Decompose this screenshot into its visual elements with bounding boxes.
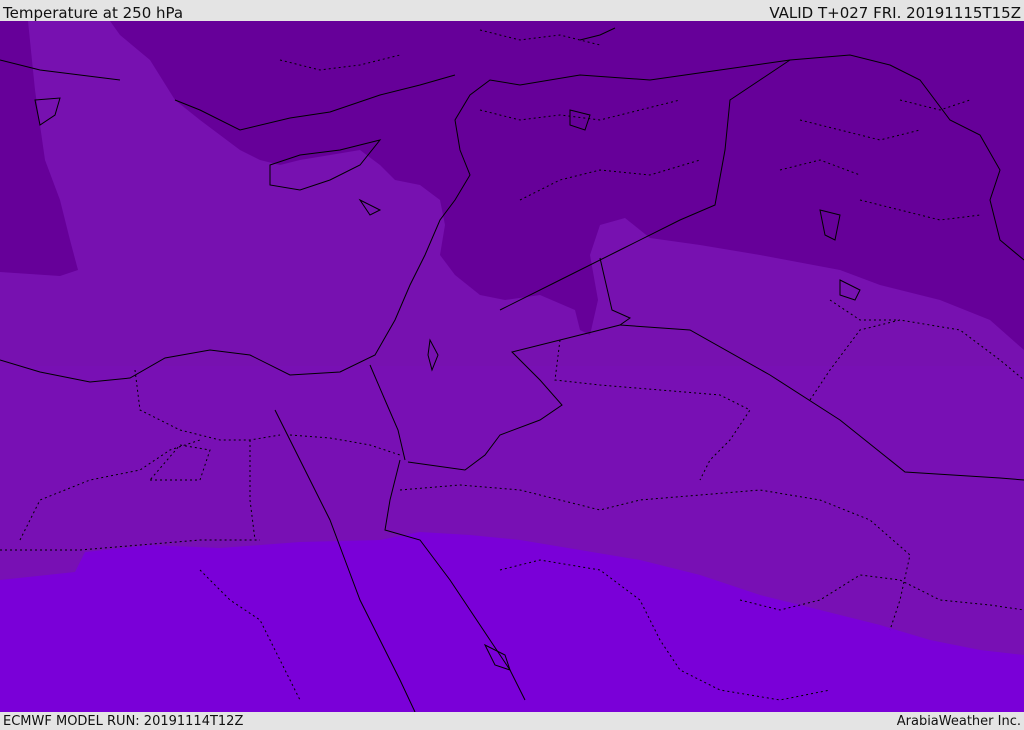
credit-label: ArabiaWeather Inc.: [896, 714, 1021, 729]
valid-time-label: VALID T+027 FRI. 20191115T15Z: [769, 4, 1021, 22]
header-bar: Temperature at 250 hPa VALID T+027 FRI. …: [0, 0, 1024, 22]
map-title: Temperature at 250 hPa: [3, 4, 184, 22]
model-run-label: ECMWF MODEL RUN: 20191114T12Z: [3, 714, 244, 729]
map-canvas: [0, 21, 1024, 712]
footer-bar: ECMWF MODEL RUN: 20191114T12Z ArabiaWeat…: [0, 712, 1024, 729]
temperature-map[interactable]: [0, 21, 1024, 712]
